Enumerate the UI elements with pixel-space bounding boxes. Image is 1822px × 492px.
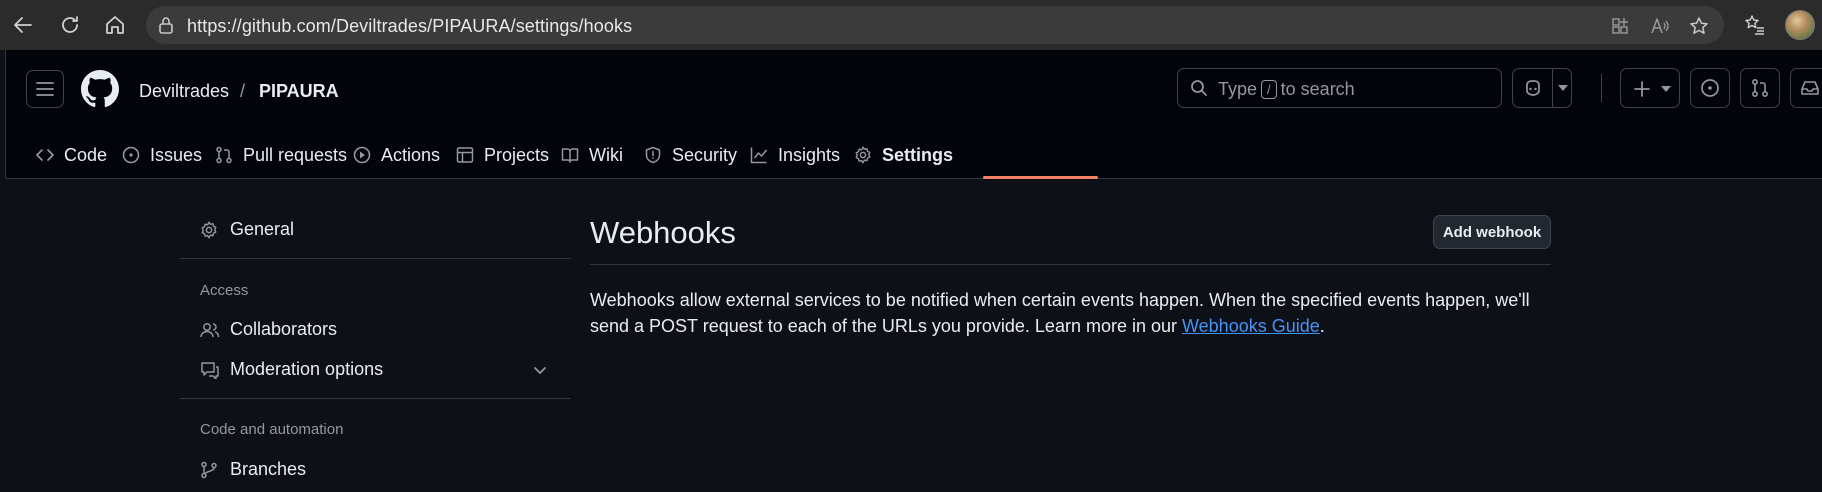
issue-icon bbox=[1701, 79, 1719, 97]
repo-header: Deviltrades / PIPAURA Type / to search C… bbox=[5, 50, 1822, 179]
read-aloud-icon[interactable] bbox=[1648, 15, 1672, 37]
book-icon bbox=[561, 146, 579, 164]
gear-icon bbox=[854, 146, 872, 164]
pull-requests-button[interactable] bbox=[1740, 68, 1780, 108]
table-icon bbox=[456, 146, 474, 164]
report-icon bbox=[200, 361, 220, 379]
sidebar-divider bbox=[180, 258, 571, 259]
tab-issues[interactable]: Issues bbox=[122, 138, 202, 172]
sidebar-item-general[interactable]: General bbox=[200, 219, 294, 240]
title-divider bbox=[590, 264, 1551, 265]
tab-security[interactable]: Security bbox=[644, 138, 737, 172]
code-icon bbox=[36, 146, 54, 164]
home-icon[interactable] bbox=[100, 10, 130, 40]
webhooks-guide-link[interactable]: Webhooks Guide bbox=[1182, 316, 1320, 336]
github-logo-icon[interactable] bbox=[81, 70, 119, 108]
tab-actions[interactable]: Actions bbox=[353, 138, 440, 172]
sidebar-heading-access: Access bbox=[200, 282, 249, 299]
refresh-icon[interactable] bbox=[55, 10, 85, 40]
chevron-down-icon[interactable] bbox=[532, 362, 548, 378]
tab-code[interactable]: Code bbox=[36, 138, 107, 172]
issues-button[interactable] bbox=[1690, 68, 1730, 108]
tab-label: Security bbox=[672, 144, 738, 165]
profile-avatar[interactable] bbox=[1785, 10, 1815, 40]
plus-icon bbox=[1633, 80, 1651, 98]
tab-settings[interactable]: Settings bbox=[854, 138, 953, 172]
repo-owner-link[interactable]: Deviltrades bbox=[139, 81, 229, 102]
gear-icon bbox=[200, 221, 220, 239]
tab-label: Wiki bbox=[589, 144, 623, 165]
search-placeholder: Type / to search bbox=[1218, 79, 1355, 99]
webhooks-description: Webhooks allow external services to be n… bbox=[590, 290, 1530, 336]
browser-toolbar: https://github.com/Deviltrades/PIPAURA/s… bbox=[0, 0, 1822, 50]
copilot-icon bbox=[1523, 78, 1543, 98]
back-icon[interactable] bbox=[8, 10, 38, 40]
menu-button[interactable] bbox=[26, 70, 64, 108]
apps-icon[interactable] bbox=[1608, 15, 1632, 37]
hamburger-icon bbox=[36, 82, 54, 96]
page-title: Webhooks bbox=[590, 215, 736, 250]
tab-label: Settings bbox=[882, 144, 954, 165]
sidebar-item-moderation-options[interactable]: Moderation options bbox=[200, 359, 383, 380]
search-icon bbox=[1190, 79, 1208, 97]
play-icon bbox=[353, 146, 371, 164]
header-divider bbox=[1601, 74, 1602, 102]
tab-insights[interactable]: Insights bbox=[750, 138, 840, 172]
lock-icon[interactable] bbox=[158, 16, 174, 34]
favorite-icon[interactable] bbox=[1687, 15, 1711, 37]
branch-icon bbox=[200, 461, 220, 479]
sidebar-heading-code-automation: Code and automation bbox=[200, 421, 344, 438]
tab-projects[interactable]: Projects bbox=[456, 138, 549, 172]
sidebar-item-label: Branches bbox=[230, 459, 307, 479]
chevron-down-icon bbox=[1558, 85, 1568, 91]
tab-label: Projects bbox=[484, 144, 550, 165]
tab-label: Actions bbox=[381, 144, 441, 165]
tab-wiki[interactable]: Wiki bbox=[561, 138, 623, 172]
address-bar[interactable]: https://github.com/Deviltrades/PIPAURA/s… bbox=[146, 6, 1724, 44]
pull-request-icon bbox=[215, 146, 233, 164]
sidebar-item-label: Collaborators bbox=[230, 319, 338, 339]
favorites-list-icon[interactable] bbox=[1740, 10, 1770, 40]
graph-icon bbox=[750, 146, 768, 164]
repo-name-link[interactable]: PIPAURA bbox=[259, 81, 339, 102]
inbox-icon bbox=[1801, 81, 1819, 95]
search-input[interactable]: Type / to search bbox=[1177, 68, 1502, 108]
breadcrumb-separator: / bbox=[240, 81, 246, 101]
tab-pull-requests[interactable]: Pull requests bbox=[215, 138, 347, 172]
tab-label: Pull requests bbox=[243, 144, 348, 165]
tab-label: Code bbox=[64, 144, 108, 165]
sidebar-item-label: Moderation options bbox=[230, 359, 384, 379]
add-webhook-button[interactable]: Add webhook bbox=[1433, 215, 1551, 249]
sidebar-divider bbox=[180, 398, 571, 399]
active-tab-indicator bbox=[983, 176, 1098, 179]
sidebar-item-branches[interactable]: Branches bbox=[200, 459, 306, 480]
pull-request-icon bbox=[1751, 78, 1769, 98]
create-new-button[interactable] bbox=[1620, 68, 1680, 108]
people-icon bbox=[200, 321, 220, 339]
tab-label: Issues bbox=[150, 144, 203, 165]
search-shortcut-key: / bbox=[1261, 80, 1277, 99]
issue-icon bbox=[122, 146, 140, 164]
shield-icon bbox=[644, 146, 662, 164]
sidebar-item-collaborators[interactable]: Collaborators bbox=[200, 319, 337, 340]
url-text[interactable]: https://github.com/Deviltrades/PIPAURA/s… bbox=[187, 16, 632, 37]
chevron-down-icon bbox=[1661, 86, 1671, 92]
sidebar-item-label: General bbox=[230, 219, 295, 239]
tab-label: Insights bbox=[778, 144, 841, 165]
inbox-button[interactable] bbox=[1790, 68, 1822, 108]
copilot-button[interactable] bbox=[1512, 68, 1572, 108]
